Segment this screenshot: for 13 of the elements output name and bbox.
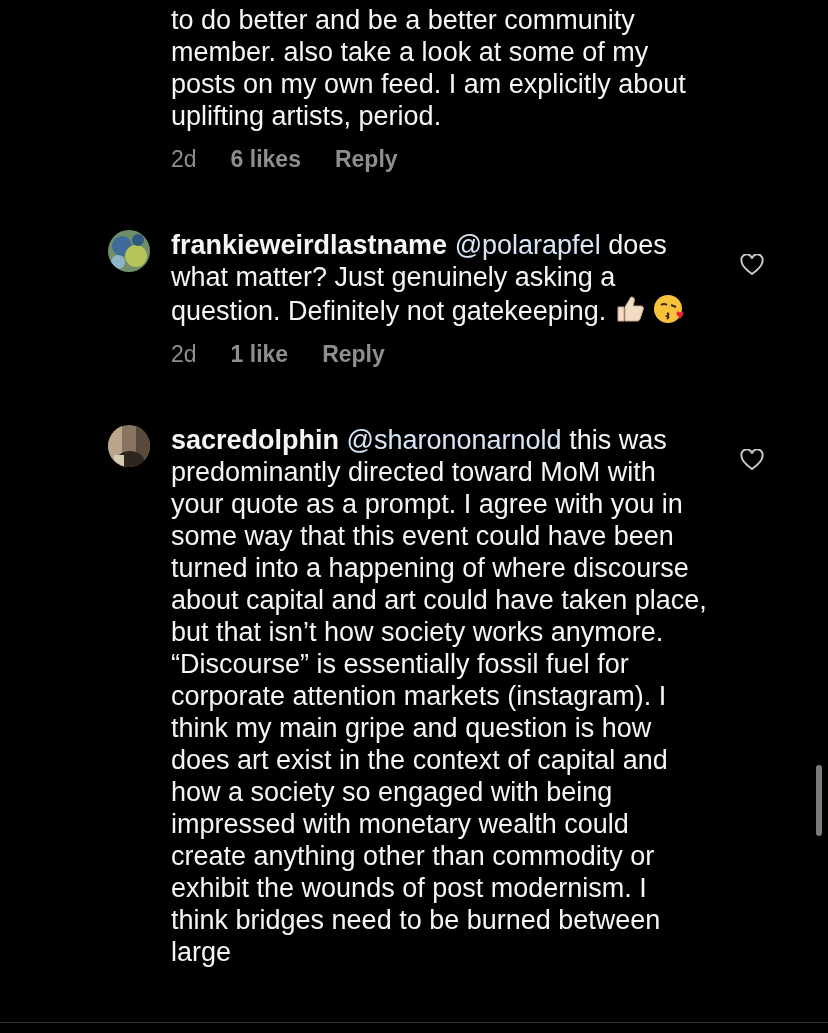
- kiss-face-icon: [653, 293, 686, 325]
- heart-icon[interactable]: [740, 449, 764, 471]
- likes-link[interactable]: 1 like: [230, 341, 289, 368]
- comment-time: 2d: [171, 146, 197, 173]
- comment-text: frankieweirdlastname @polarapfel does what matter? Just genuinely asking a question. Definitely not gatekeeping.: [171, 229, 711, 327]
- comment-text: to do better and be a better community member. also take a look at some of my posts on my own feed. I am explicitly about uplifting artists, period.: [171, 4, 687, 132]
- reply-button[interactable]: Reply: [322, 341, 385, 368]
- likes-link[interactable]: 6 likes: [230, 146, 301, 173]
- reply-button[interactable]: Reply: [334, 146, 398, 173]
- comment-text: sacredolphin @sharononarnold this was predominantly directed toward MoM with your quote as a prompt. I agree with you in some way that this event could have been turned into a happening of where discourse about capital and art could have taken place, but that isn’t how society works anymore. “Discourse” is essentially fossil fuel for corporate attention markets (instagram). I think my main gripe and question is how does art exist in the context of capital and how a society so engaged with being impressed with monetary wealth could create anything other than commodity or exhibit the wounds of post modernism. I think bridges need to be burned between large: [171, 424, 708, 968]
- comment-time: 2d: [171, 341, 197, 368]
- scrollbar[interactable]: [816, 765, 822, 836]
- heart-icon[interactable]: [740, 254, 764, 276]
